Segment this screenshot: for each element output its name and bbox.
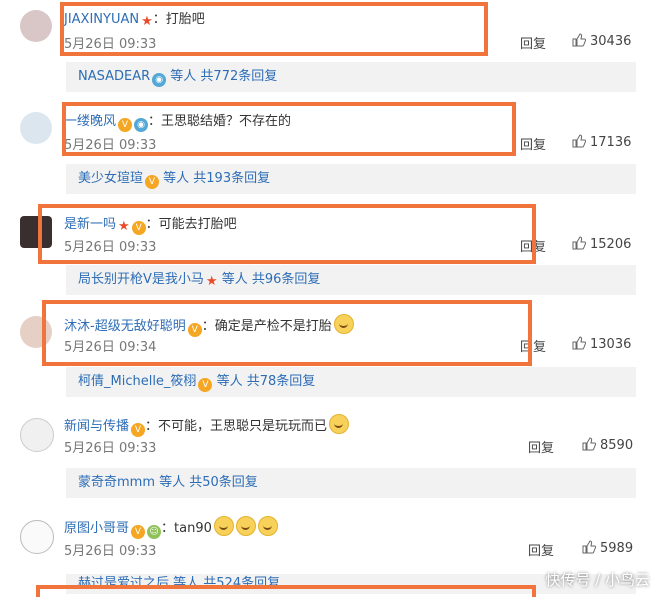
like-button[interactable]: 8590 bbox=[582, 437, 633, 453]
reply-username[interactable]: 美少女瑄瑄 bbox=[78, 171, 143, 186]
smiley-emoji-icon bbox=[329, 414, 350, 434]
reply-count-text[interactable]: 等人 共193条回复 bbox=[159, 171, 270, 186]
reply-username[interactable]: 局长别开枪V是我小马 bbox=[78, 272, 204, 287]
like-count: 13036 bbox=[590, 337, 632, 352]
reply-username[interactable]: 柯倩_Michelle_筱栩 bbox=[78, 374, 196, 389]
highlight-box bbox=[60, 2, 488, 56]
thumbs-up-icon bbox=[572, 33, 586, 47]
reply-summary[interactable]: 柯倩_Michelle_筱栩 V 等人 共78条回复 bbox=[66, 367, 636, 397]
timestamp: 5月26日 09:33 bbox=[64, 544, 157, 559]
reply-button[interactable]: 回复 bbox=[528, 540, 554, 559]
like-count: 5989 bbox=[600, 541, 634, 556]
eye-badge-icon: ◉ bbox=[152, 73, 167, 87]
highlight-box bbox=[42, 300, 532, 366]
smiley-emoji-icon bbox=[235, 516, 256, 536]
smiley-emoji-icon bbox=[257, 516, 278, 536]
thumbs-up-icon bbox=[572, 236, 586, 250]
reply-button[interactable]: 回复 bbox=[520, 134, 546, 153]
reply-button[interactable]: 回复 bbox=[528, 437, 554, 456]
vip-badge-icon: V bbox=[198, 378, 213, 392]
timestamp: 5月26日 09:33 bbox=[64, 441, 157, 456]
like-button[interactable]: 13036 bbox=[572, 336, 631, 352]
avatar[interactable] bbox=[20, 520, 54, 554]
thumbs-up-icon bbox=[572, 336, 586, 350]
vip-badge-icon: V bbox=[131, 423, 146, 437]
highlight-box bbox=[36, 585, 536, 597]
comment-text: ：不可能，王思聪只是玩玩而已 bbox=[145, 419, 328, 434]
reply-count-text[interactable]: 等人 共772条回复 bbox=[166, 69, 277, 84]
reply-summary[interactable]: 美少女瑄瑄 V 等人 共193条回复 bbox=[66, 164, 636, 194]
like-count: 17136 bbox=[590, 135, 632, 150]
comment-line: 新闻与传播 V ：不可能，王思聪只是玩玩而已 bbox=[64, 414, 350, 437]
reply-username[interactable]: NASADEAR bbox=[78, 69, 150, 84]
smiley-emoji-icon bbox=[213, 516, 234, 536]
comment-text: ：tan90 bbox=[161, 521, 212, 536]
reply-summary[interactable]: NASADEAR ◉ 等人 共772条回复 bbox=[66, 62, 636, 92]
like-count: 15206 bbox=[590, 237, 632, 252]
avatar[interactable] bbox=[20, 10, 52, 42]
vip-badge-icon: ☺ bbox=[147, 525, 162, 539]
like-count: 30436 bbox=[590, 34, 632, 49]
star-badge-icon: ★ bbox=[205, 274, 218, 289]
thumbs-up-icon bbox=[572, 134, 586, 148]
reply-button[interactable]: 回复 bbox=[520, 33, 546, 52]
reply-username[interactable]: 蒙奇奇mmm bbox=[78, 475, 155, 490]
thumbs-up-icon bbox=[582, 540, 596, 554]
reply-count-text[interactable]: 等人 共96条回复 bbox=[218, 272, 321, 287]
username-link[interactable]: 新闻与传播 bbox=[64, 419, 129, 434]
comment-line: 原图小哥哥 V ☺ ：tan90 bbox=[64, 516, 278, 539]
vip-badge-icon: V bbox=[145, 175, 160, 189]
like-button[interactable]: 15206 bbox=[572, 236, 631, 252]
avatar[interactable] bbox=[20, 418, 54, 452]
like-button[interactable]: 17136 bbox=[572, 134, 631, 150]
like-button[interactable]: 5989 bbox=[582, 540, 633, 556]
thumbs-up-icon bbox=[582, 437, 596, 451]
watermark: 快传号 / 小鸟云 bbox=[545, 571, 650, 589]
highlight-box bbox=[38, 204, 536, 264]
avatar[interactable] bbox=[20, 112, 52, 144]
like-button[interactable]: 30436 bbox=[572, 33, 631, 49]
like-count: 8590 bbox=[600, 438, 634, 453]
highlight-box bbox=[62, 102, 516, 156]
reply-summary[interactable]: 局长别开枪V是我小马 ★ 等人 共96条回复 bbox=[66, 265, 636, 295]
reply-count-text[interactable]: 等人 共78条回复 bbox=[212, 374, 316, 389]
reply-count-text[interactable]: 等人 共50条回复 bbox=[155, 475, 258, 490]
reply-summary[interactable]: 蒙奇奇mmm 等人 共50条回复 bbox=[66, 468, 636, 498]
username-link[interactable]: 原图小哥哥 bbox=[64, 521, 129, 536]
vip-badge-icon: V bbox=[131, 525, 146, 539]
